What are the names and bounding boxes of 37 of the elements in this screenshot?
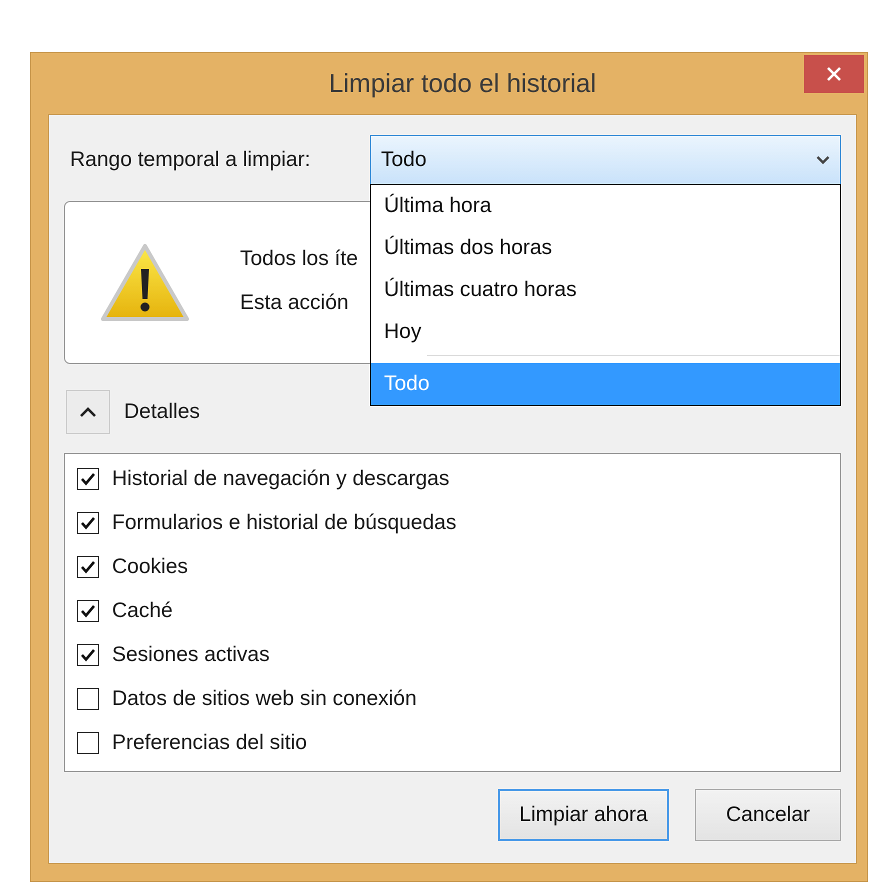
check-icon [80, 604, 96, 618]
checkbox[interactable] [77, 512, 99, 534]
dropdown-option[interactable]: Última hora [371, 185, 840, 227]
check-icon [80, 472, 96, 486]
checkbox-label: Preferencias del sitio [112, 731, 307, 755]
close-icon [826, 66, 842, 82]
checkbox[interactable] [77, 732, 99, 754]
checkbox[interactable] [77, 556, 99, 578]
checkbox[interactable] [77, 688, 99, 710]
chevron-down-icon [816, 155, 830, 165]
checkbox[interactable] [77, 600, 99, 622]
checkbox-label: Datos de sitios web sin conexión [112, 687, 417, 711]
details-toggle-button[interactable] [66, 390, 110, 434]
close-button[interactable] [804, 55, 864, 93]
time-range-dropdown[interactable]: Todo [370, 135, 841, 185]
warning-icon [100, 242, 190, 322]
dropdown-option[interactable]: Últimas cuatro horas [371, 269, 840, 311]
checkbox-label: Caché [112, 599, 173, 623]
dialog-button[interactable]: Limpiar ahora [498, 789, 669, 841]
checkbox[interactable] [77, 644, 99, 666]
checkbox[interactable] [77, 468, 99, 490]
check-icon [80, 560, 96, 574]
checkbox-label: Sesiones activas [112, 643, 270, 667]
chevron-up-icon [79, 406, 97, 418]
checkbox-label: Historial de navegación y descargas [112, 467, 450, 491]
checkbox-label: Formularios e historial de búsquedas [112, 511, 456, 535]
warning-text: Esta acción [240, 290, 350, 314]
checkbox-label: Cookies [112, 555, 188, 579]
check-icon [80, 516, 96, 530]
dropdown-option[interactable]: Últimas dos horas [371, 227, 840, 269]
window-title: Limpiar todo el historial [328, 68, 596, 99]
details-label: Detalles [124, 400, 200, 424]
dialog-button[interactable]: Cancelar [695, 789, 841, 841]
dropdown-option[interactable]: Hoy [371, 311, 840, 353]
check-icon [80, 648, 96, 662]
warning-text: Todos los íte [240, 246, 358, 270]
time-range-label: Rango temporal a limpiar: [69, 148, 312, 172]
